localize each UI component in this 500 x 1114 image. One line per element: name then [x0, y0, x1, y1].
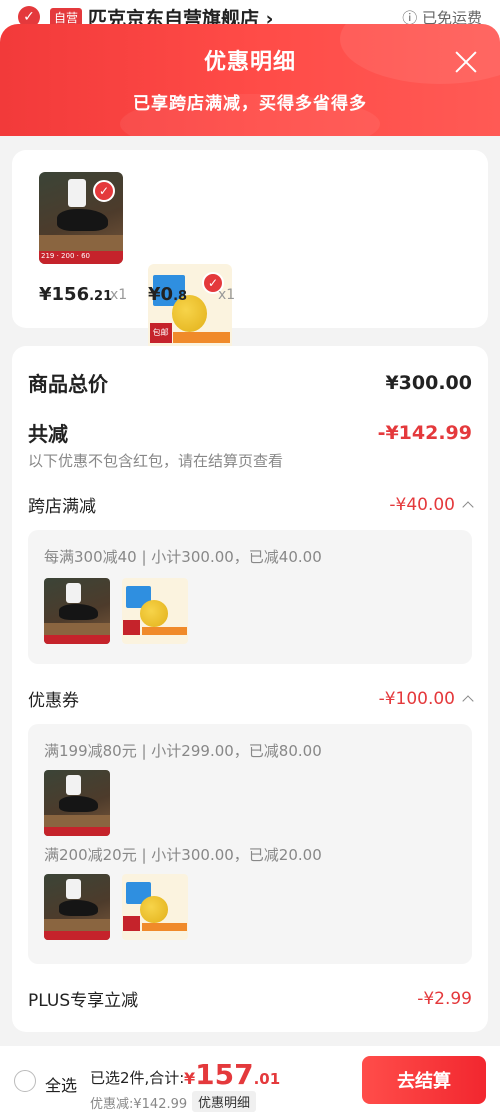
coupon-rule: 满199减80元 | 小计299.00，已减80.00 [44, 742, 322, 760]
plus-discount-row: PLUS专享立减 -¥2.99 [28, 986, 472, 1012]
discount-amount: 优惠减:¥142.99 [90, 1097, 188, 1112]
page-title: 优惠明细 [203, 50, 296, 75]
coupon-label: 优惠券 [28, 691, 79, 711]
cross-store-detail: 每满300减40 | 小计300.00，已减40.00 [28, 530, 472, 664]
total-discount-value: -¥142.99 [377, 421, 472, 444]
chevron-up-icon[interactable] [462, 500, 474, 513]
product-qty: x1 [218, 287, 236, 303]
total-amount: ¥157.01 [184, 1058, 281, 1091]
close-icon[interactable] [454, 50, 478, 74]
total-price-row: 商品总价 ¥300.00 [28, 368, 472, 397]
page-subtitle: 已享跨店满减，买得多省得多 [133, 94, 367, 114]
checkout-bar: 全选 已选2件,合计: ¥157.01 优惠减:¥142.99 优惠明细 去结算 [0, 1046, 500, 1114]
total-discount-row: 共减 -¥142.99 [28, 418, 472, 447]
select-all-label[interactable]: 全选 [45, 1072, 77, 1096]
coupon-row[interactable]: 优惠券 -¥100.00 [28, 686, 474, 711]
product-check-icon[interactable]: ✓ [93, 180, 115, 202]
cross-store-value: -¥40.00 [389, 495, 474, 515]
product-image-cheese[interactable]: 包邮 ✓ [148, 264, 232, 356]
product-thumb-cheese[interactable] [122, 578, 188, 644]
selected-summary: 已选2件,合计: [90, 1069, 185, 1087]
discount-detail-header: 优惠明细 已享跨店满减，买得多省得多 [0, 24, 500, 136]
select-all-radio[interactable] [14, 1070, 36, 1092]
plus-discount-value: -¥2.99 [417, 988, 472, 1009]
total-discount-label: 共减 [28, 422, 68, 446]
total-price-value: ¥300.00 [385, 371, 472, 394]
discount-note: 以下优惠不包含红包，请在结算页查看 [28, 452, 284, 470]
product-thumb-shoe[interactable] [44, 578, 110, 644]
plus-discount-label: PLUS专享立减 [28, 991, 139, 1011]
cross-store-label: 跨店满减 [28, 497, 96, 517]
cross-store-row[interactable]: 跨店满减 -¥40.00 [28, 492, 474, 517]
product-price: ¥156.21 [39, 284, 113, 305]
product-thumb-shoe[interactable] [44, 874, 110, 940]
product-price: ¥0.8 [148, 284, 188, 305]
selected-products-card: 219 · 200 · 60 ✓ 包邮 ✓ ¥156.21 x1 ¥0.8 x1 [12, 150, 488, 356]
discount-detail-link[interactable]: 优惠明细 [192, 1091, 257, 1112]
coupon-value: -¥100.00 [379, 689, 474, 709]
total-price-label: 商品总价 [28, 372, 108, 396]
product-thumb-shoe[interactable] [44, 770, 110, 836]
product-qty: x1 [110, 287, 128, 303]
chevron-up-icon[interactable] [462, 694, 474, 707]
coupon-rule: 满200减20元 | 小计300.00，已减20.00 [44, 846, 322, 864]
cross-store-rule: 每满300减40 | 小计300.00，已减40.00 [44, 548, 322, 566]
product-thumb-cheese[interactable] [122, 874, 188, 940]
discount-breakdown-card: 商品总价 ¥300.00 共减 -¥142.99 以下优惠不包含红包，请在结算页… [12, 346, 488, 1032]
product-image-shoe[interactable]: 219 · 200 · 60 ✓ [39, 172, 123, 264]
checkout-button[interactable]: 去结算 [362, 1056, 486, 1104]
coupon-detail: 满199减80元 | 小计299.00，已减80.00 满200减20元 | 小… [28, 724, 472, 964]
